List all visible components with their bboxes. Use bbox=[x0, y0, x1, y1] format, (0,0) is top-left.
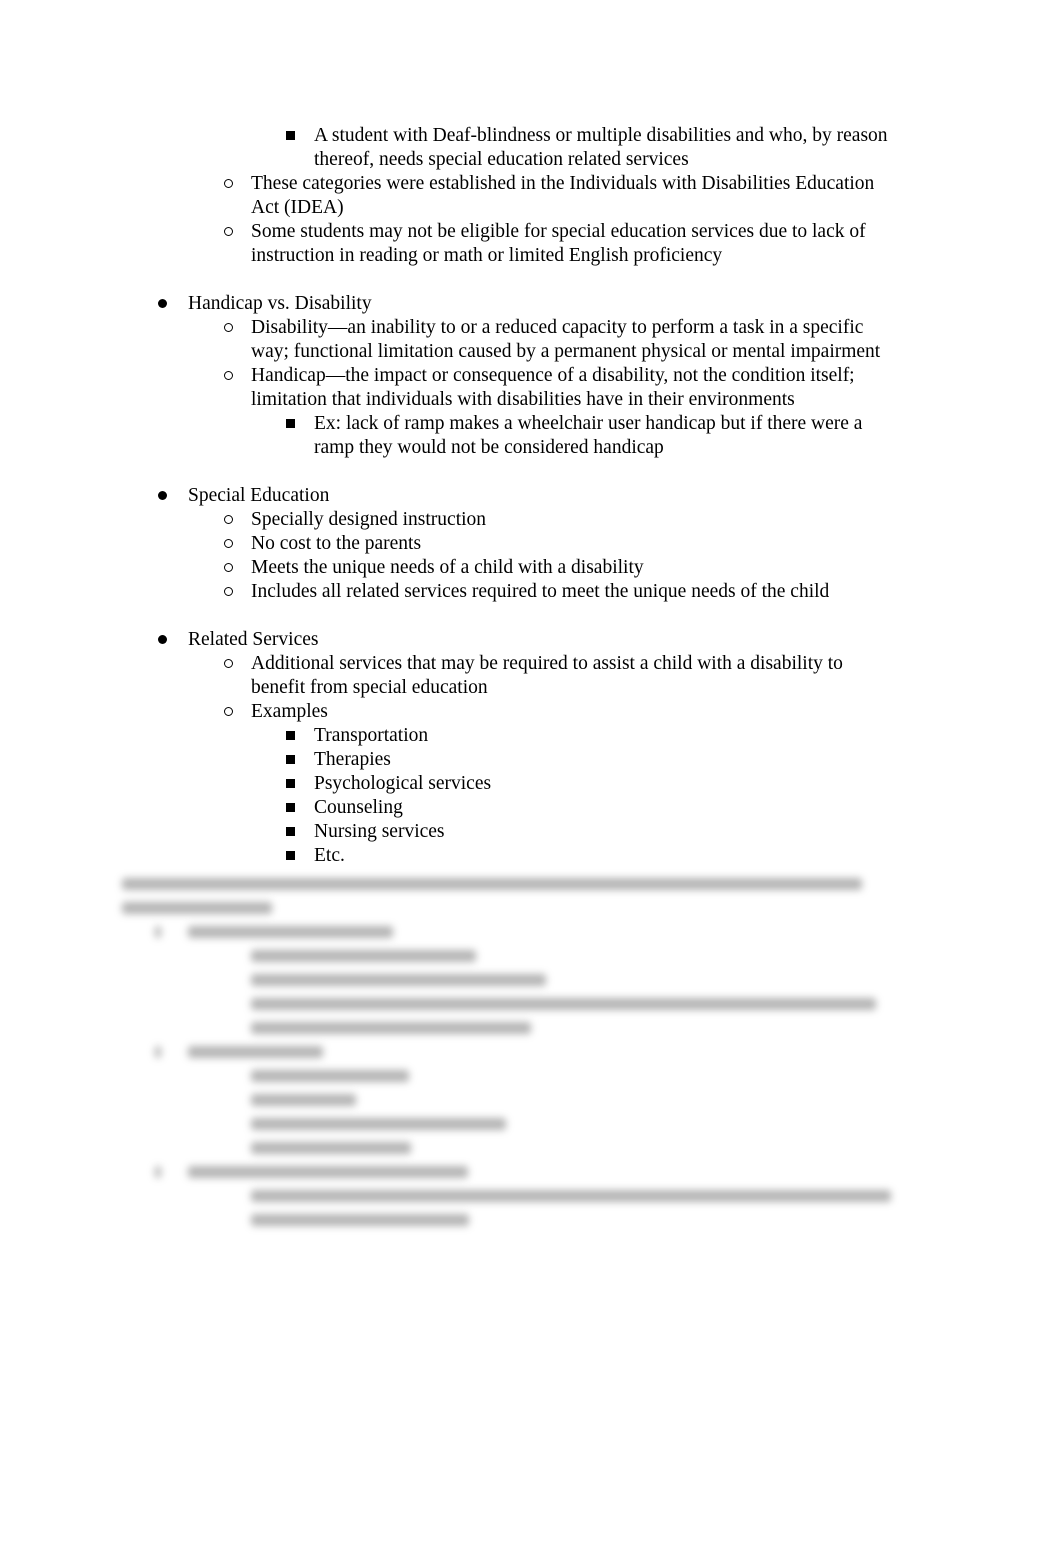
section-title: Handicap vs. Disability bbox=[188, 293, 372, 314]
circle-bullet-icon bbox=[218, 532, 238, 556]
list-item-text: Meets the unique needs of a child with a… bbox=[251, 557, 644, 578]
list-item-text: benefit from special education bbox=[251, 677, 488, 698]
circle-bullet-icon bbox=[218, 172, 238, 196]
example-item: Counseling bbox=[0, 796, 1062, 820]
example-item: Psychological services bbox=[0, 772, 1062, 796]
list-item-text: Ex: lack of ramp makes a wheelchair user… bbox=[314, 413, 863, 434]
list-item: A student with Deaf-blindness or multipl… bbox=[0, 124, 1062, 148]
list-item: Examples bbox=[0, 700, 1062, 724]
circle-bullet-icon bbox=[218, 652, 238, 676]
list-item: Ex: lack of ramp makes a wheelchair user… bbox=[0, 412, 1062, 436]
list-item-continuation: Act (IDEA) bbox=[0, 196, 1062, 220]
list-item: Disability—an inability to or a reduced … bbox=[0, 316, 1062, 340]
list-item-text: way; functional limitation caused by a p… bbox=[251, 341, 881, 362]
square-bullet-icon bbox=[280, 748, 300, 772]
example-item: Etc. bbox=[0, 844, 1062, 868]
list-item-text: Some students may not be eligible for sp… bbox=[251, 221, 866, 242]
list-item: No cost to the parents bbox=[0, 532, 1062, 556]
square-bullet-icon bbox=[280, 796, 300, 820]
list-item: Some students may not be eligible for sp… bbox=[0, 220, 1062, 244]
list-item-text: ramp they would not be considered handic… bbox=[314, 437, 664, 458]
example-text: Therapies bbox=[314, 749, 391, 770]
square-bullet-icon bbox=[280, 772, 300, 796]
example-text: Psychological services bbox=[314, 773, 492, 794]
list-item-continuation: way; functional limitation caused by a p… bbox=[0, 340, 1062, 364]
list-item-text: limitation that individuals with disabil… bbox=[251, 389, 795, 410]
list-item-text: These categories were established in the… bbox=[251, 173, 875, 194]
section-heading-item: Special Education bbox=[0, 484, 1062, 508]
list-item: Includes all related services required t… bbox=[0, 580, 1062, 604]
square-bullet-icon bbox=[280, 844, 300, 868]
disc-bullet-icon bbox=[152, 628, 172, 652]
blurred-content-region bbox=[0, 868, 1062, 1248]
list-item-continuation: limitation that individuals with disabil… bbox=[0, 388, 1062, 412]
example-item: Therapies bbox=[0, 748, 1062, 772]
disc-bullet-icon bbox=[152, 484, 172, 508]
list-item: Specially designed instruction bbox=[0, 508, 1062, 532]
example-item: Transportation bbox=[0, 724, 1062, 748]
example-text: Transportation bbox=[314, 725, 429, 746]
section-heading-item: Related Services bbox=[0, 628, 1062, 652]
list-item: Additional services that may be required… bbox=[0, 652, 1062, 676]
circle-bullet-icon bbox=[218, 364, 238, 388]
circle-bullet-icon bbox=[218, 580, 238, 604]
circle-bullet-icon bbox=[218, 220, 238, 244]
list-item-text: Handicap—the impact or consequence of a … bbox=[251, 365, 855, 386]
list-item-text: Examples bbox=[251, 701, 328, 722]
example-text: Etc. bbox=[314, 845, 345, 866]
disc-bullet-icon bbox=[152, 292, 172, 316]
list-item-text: Includes all related services required t… bbox=[251, 581, 830, 602]
square-bullet-icon bbox=[280, 724, 300, 748]
document-body: A student with Deaf-blindness or multipl… bbox=[0, 124, 1062, 868]
example-text: Counseling bbox=[314, 797, 403, 818]
list-item-continuation: ramp they would not be considered handic… bbox=[0, 436, 1062, 460]
square-bullet-icon bbox=[280, 412, 300, 436]
list-item-text: instruction in reading or math or limite… bbox=[251, 245, 723, 266]
list-item-text: Act (IDEA) bbox=[251, 197, 344, 218]
document-page: A student with Deaf-blindness or multipl… bbox=[0, 0, 1062, 1556]
circle-bullet-icon bbox=[218, 700, 238, 724]
list-item-text: Additional services that may be required… bbox=[251, 653, 843, 674]
example-item: Nursing services bbox=[0, 820, 1062, 844]
list-item: These categories were established in the… bbox=[0, 172, 1062, 196]
example-text: Nursing services bbox=[314, 821, 445, 842]
section-title: Special Education bbox=[188, 485, 330, 506]
list-item-continuation: benefit from special education bbox=[0, 676, 1062, 700]
circle-bullet-icon bbox=[218, 556, 238, 580]
circle-bullet-icon bbox=[218, 508, 238, 532]
list-item-continuation: instruction in reading or math or limite… bbox=[0, 244, 1062, 268]
circle-bullet-icon bbox=[218, 316, 238, 340]
list-item-text: No cost to the parents bbox=[251, 533, 422, 554]
list-item: Handicap—the impact or consequence of a … bbox=[0, 364, 1062, 388]
list-item-text: Specially designed instruction bbox=[251, 509, 487, 530]
list-item-text: thereof, needs special education related… bbox=[314, 149, 689, 170]
section-heading-item: Handicap vs. Disability bbox=[0, 292, 1062, 316]
list-item-continuation: thereof, needs special education related… bbox=[0, 148, 1062, 172]
square-bullet-icon bbox=[280, 820, 300, 844]
square-bullet-icon bbox=[280, 124, 300, 148]
section-title: Related Services bbox=[188, 629, 319, 650]
list-item-text: A student with Deaf-blindness or multipl… bbox=[314, 125, 888, 146]
list-item-text: Disability—an inability to or a reduced … bbox=[251, 317, 864, 338]
list-item: Meets the unique needs of a child with a… bbox=[0, 556, 1062, 580]
